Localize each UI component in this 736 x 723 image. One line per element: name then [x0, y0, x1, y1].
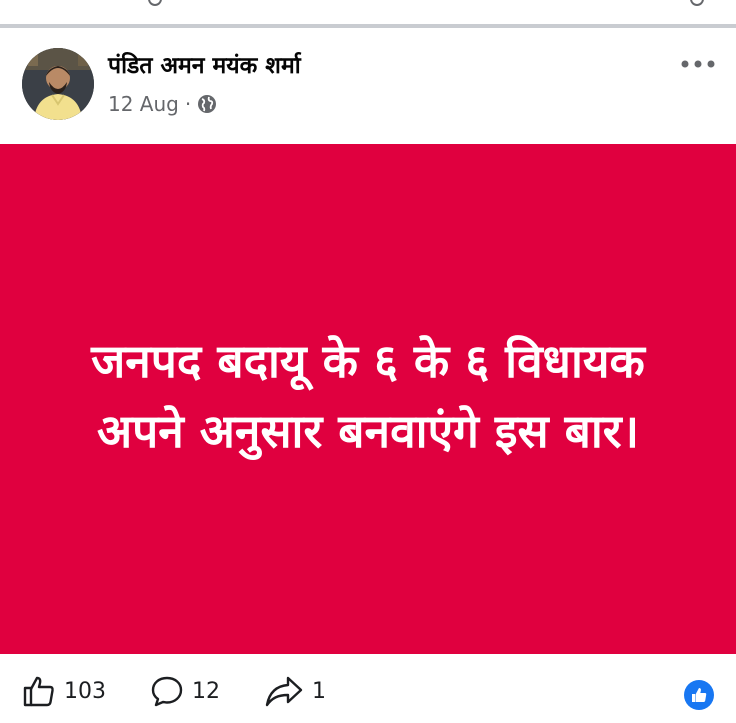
- share-button[interactable]: 1: [264, 674, 326, 708]
- shares-count: 1: [312, 678, 326, 704]
- post-meta: 12 Aug ·: [108, 92, 217, 116]
- post-actions-bar: 103 12 1: [0, 654, 736, 723]
- previous-action-icon: [148, 0, 162, 6]
- like-reaction-badge-icon[interactable]: [684, 680, 714, 710]
- previous-badge-icon: [690, 0, 704, 6]
- comment-icon: [151, 676, 183, 707]
- post-date[interactable]: 12 Aug: [108, 92, 179, 116]
- meta-separator: ·: [184, 92, 192, 116]
- previous-post-remnant: [0, 0, 736, 10]
- avatar-photo: [22, 48, 94, 120]
- more-horizontal-icon: [681, 60, 715, 68]
- thumbs-up-icon: [23, 676, 54, 707]
- globe-icon[interactable]: [197, 94, 217, 114]
- likes-count: 103: [64, 678, 106, 704]
- comments-count: 12: [192, 678, 220, 704]
- post-text: जनपद बदायू के ६ के ६ विधायक अपने अनुसार …: [91, 334, 645, 458]
- share-icon: [265, 676, 303, 707]
- author-name[interactable]: पंडित अमन मयंक शर्मा: [108, 48, 301, 80]
- more-options-button[interactable]: [676, 50, 720, 78]
- like-button[interactable]: 103: [22, 674, 106, 708]
- post-header: पंडित अमन मयंक शर्मा 12 Aug ·: [0, 28, 736, 144]
- comment-button[interactable]: 12: [150, 674, 220, 708]
- avatar[interactable]: [22, 48, 94, 120]
- text-post-card[interactable]: जनपद बदायू के ६ के ६ विधायक अपने अनुसार …: [0, 144, 736, 654]
- facebook-post-screen: पंडित अमन मयंक शर्मा 12 Aug · जनपद बदायू…: [0, 0, 736, 723]
